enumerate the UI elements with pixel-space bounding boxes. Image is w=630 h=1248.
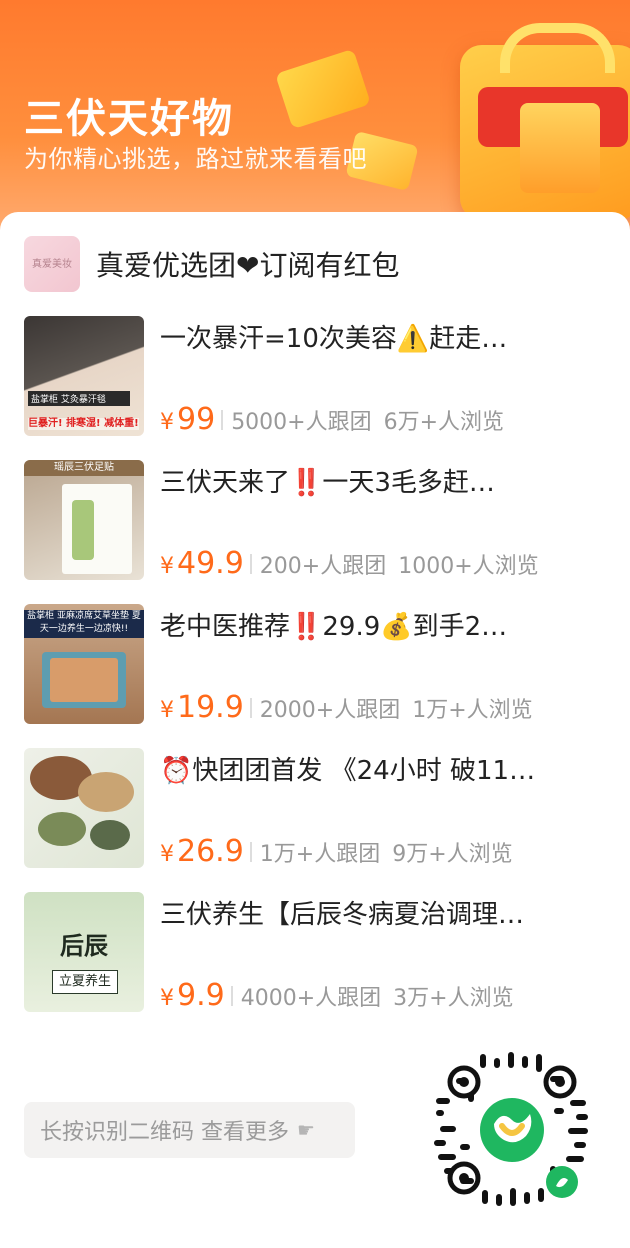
gift-bow <box>500 23 615 73</box>
red-envelope-decoration <box>275 48 371 130</box>
product-meta: ¥ 99 5000+人跟团 6万+人浏览 <box>160 402 504 437</box>
thumbnail-caption: 立夏养生 <box>52 970 118 994</box>
thumbnail-mat-inner <box>50 658 118 702</box>
product-title: 一次暴汗=10次美容⚠️赶走… <box>160 324 508 354</box>
product-item[interactable]: 后辰 立夏养生 三伏养生【后辰冬病夏治调理… ¥ 9.9 4000+人跟团 3万… <box>24 892 606 1013</box>
gift-box-illustration <box>460 23 630 220</box>
thumbnail-caption: 瑶辰三伏足贴 <box>24 460 144 476</box>
product-meta: ¥ 49.9 200+人跟团 1000+人浏览 <box>160 546 539 581</box>
joined-count: 5000+人跟团 <box>231 410 372 435</box>
product-price: 49.9 <box>177 546 244 581</box>
product-title: 老中医推荐‼️29.9💰到手2… <box>160 612 508 642</box>
view-count: 3万+人浏览 <box>393 986 514 1011</box>
product-thumbnail: 瑶辰三伏足贴 <box>24 460 144 580</box>
divider <box>249 553 252 574</box>
thumbnail-food <box>90 820 130 850</box>
product-thumbnail: 盐掌柜 艾灸暴汗毯 巨暴汗! 排寒湿! 减体重! <box>24 316 144 436</box>
joined-count: 1万+人跟团 <box>259 842 381 867</box>
product-title: 三伏天来了‼️一天3毛多赶… <box>160 468 495 498</box>
product-price: 99 <box>177 402 216 437</box>
share-card: 三伏天好物 为你精心挑选，路过就来看看吧 真爱美妆 真爱优选团❤订阅有红包 盐掌… <box>0 0 630 1248</box>
product-price: 19.9 <box>177 690 244 725</box>
scan-more-label: 长按识别二维码 查看更多 <box>40 1120 289 1145</box>
page-title: 三伏天好物 <box>24 96 234 142</box>
product-meta: ¥ 19.9 2000+人跟团 1万+人浏览 <box>160 690 533 725</box>
currency-symbol: ¥ <box>160 986 174 1011</box>
product-item[interactable]: ⏰快团团首发 《24小时 破11… ¥ 26.9 1万+人跟团 9万+人浏览 <box>24 748 606 869</box>
divider <box>221 409 224 430</box>
gift-envelope <box>520 103 600 193</box>
joined-count: 200+人跟团 <box>259 554 387 579</box>
currency-symbol: ¥ <box>160 842 174 867</box>
product-title: ⏰快团团首发 《24小时 破11… <box>160 756 536 786</box>
joined-count: 2000+人跟团 <box>259 698 401 723</box>
divider <box>249 841 252 862</box>
shop-logo: 真爱美妆 <box>24 236 80 292</box>
product-title: 三伏养生【后辰冬病夏治调理… <box>160 900 525 930</box>
view-count: 9万+人浏览 <box>392 842 513 867</box>
thumbnail-caption: 盐掌柜 亚麻凉席艾草坐垫 夏天一边养生一边凉快!! <box>24 610 144 638</box>
thumbnail-brand: 后辰 <box>60 931 108 960</box>
product-meta: ¥ 26.9 1万+人跟团 9万+人浏览 <box>160 834 513 869</box>
currency-symbol: ¥ <box>160 554 174 579</box>
scan-more-button[interactable]: 长按识别二维码 查看更多 ☛ <box>24 1102 355 1158</box>
product-meta: ¥ 9.9 4000+人跟团 3万+人浏览 <box>160 978 514 1013</box>
product-item[interactable]: 盐掌柜 艾灸暴汗毯 巨暴汗! 排寒湿! 减体重! 一次暴汗=10次美容⚠️赶走…… <box>24 316 606 437</box>
joined-count: 4000+人跟团 <box>240 986 382 1011</box>
page-subtitle: 为你精心挑选，路过就来看看吧 <box>24 145 367 173</box>
currency-symbol: ¥ <box>160 698 174 723</box>
shop-header[interactable]: 真爱美妆 真爱优选团❤订阅有红包 <box>24 236 399 292</box>
thumbnail-food <box>78 772 134 812</box>
currency-symbol: ¥ <box>160 410 174 435</box>
hand-point-right-icon: ☛ <box>297 1118 315 1142</box>
shop-logo-text: 真爱美妆 <box>32 258 72 270</box>
product-price: 9.9 <box>177 978 225 1013</box>
divider <box>249 697 252 718</box>
product-thumbnail: 盐掌柜 亚麻凉席艾草坐垫 夏天一边养生一边凉快!! <box>24 604 144 724</box>
divider <box>230 985 233 1006</box>
thumbnail-food <box>38 812 86 846</box>
shop-name: 真爱优选团❤订阅有红包 <box>96 249 400 282</box>
mini-program-qr-code[interactable] <box>430 1048 594 1212</box>
view-count: 6万+人浏览 <box>383 410 505 435</box>
product-list-card: 真爱美妆 真爱优选团❤订阅有红包 盐掌柜 艾灸暴汗毯 巨暴汗! 排寒湿! 减体重… <box>0 212 630 1248</box>
thumbnail-caption: 盐掌柜 艾灸暴汗毯 <box>28 391 130 406</box>
view-count: 1万+人浏览 <box>412 698 533 723</box>
product-thumbnail: 后辰 立夏养生 <box>24 892 144 1012</box>
product-item[interactable]: 盐掌柜 亚麻凉席艾草坐垫 夏天一边养生一边凉快!! 老中医推荐‼️29.9💰到手… <box>24 604 606 725</box>
product-item[interactable]: 瑶辰三伏足贴 三伏天来了‼️一天3毛多赶… ¥ 49.9 200+人跟团 100… <box>24 460 606 581</box>
thumbnail-leaf <box>72 500 94 560</box>
product-price: 26.9 <box>177 834 244 869</box>
product-thumbnail <box>24 748 144 868</box>
thumbnail-highlight: 巨暴汗! 排寒湿! 减体重! <box>28 418 139 430</box>
view-count: 1000+人浏览 <box>398 554 539 579</box>
